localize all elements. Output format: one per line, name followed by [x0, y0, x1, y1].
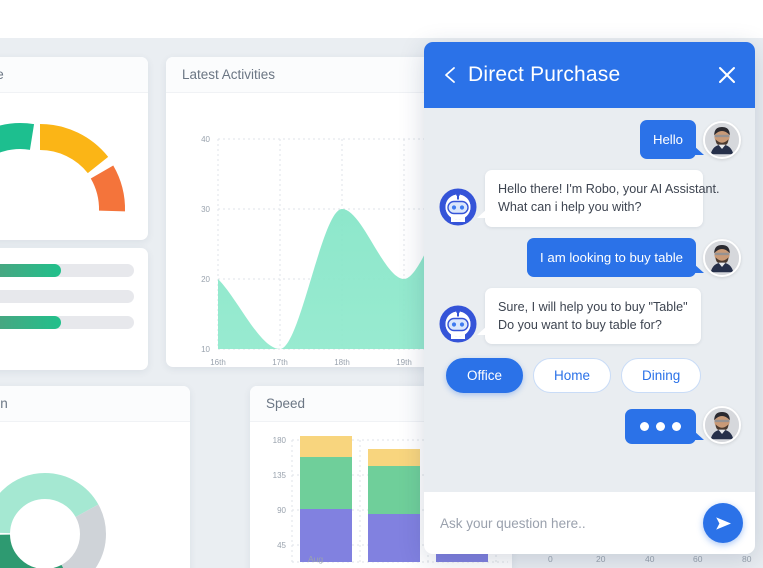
chat-input-field[interactable]: [440, 515, 693, 531]
card-progress-bars: [0, 248, 148, 370]
message-text-line1: Sure, I will help you to buy "Table": [498, 299, 688, 314]
progress-bar-row: [0, 316, 134, 329]
svg-text:10: 10: [201, 345, 210, 354]
chat-message-user: Hello: [438, 120, 741, 160]
send-button[interactable]: [703, 503, 743, 543]
card-title-daily-average: y Avarage: [0, 57, 148, 93]
axis-tick: 60: [693, 554, 703, 564]
svg-text:19th: 19th: [396, 358, 412, 365]
user-photo-icon: [705, 123, 739, 158]
avatar-user: [703, 406, 741, 445]
svg-text:135: 135: [273, 471, 287, 480]
message-text-line2: Do you want to buy table for?: [498, 318, 662, 333]
message-text-line1: Hello there! I'm Robo, your AI Assistant…: [498, 182, 720, 197]
dashboard-topbar: [0, 0, 763, 38]
user-photo-icon: [705, 240, 739, 275]
axis-tick: Aug: [308, 554, 324, 564]
svg-text:180: 180: [273, 436, 287, 445]
svg-text:16th: 16th: [210, 358, 226, 365]
typing-indicator: [625, 409, 704, 445]
donut-chart-svg: [0, 473, 106, 568]
robot-icon: [439, 305, 477, 343]
robot-icon: [439, 188, 477, 226]
quick-reply-options: Office Home Dining: [438, 355, 741, 395]
quick-reply-home[interactable]: Home: [533, 358, 612, 394]
quick-reply-dining[interactable]: Dining: [621, 358, 702, 394]
axis-tick: 40: [645, 554, 655, 564]
svg-text:45: 45: [277, 541, 286, 550]
axis-tick: 80: [742, 554, 752, 564]
user-photo-icon: [705, 408, 739, 443]
svg-text:90: 90: [277, 506, 286, 515]
chat-widget: Direct Purchase Hello Hello there! I'm R…: [424, 42, 755, 554]
svg-text:30: 30: [201, 205, 210, 214]
send-icon: [715, 516, 731, 530]
progress-bar-fill: [0, 316, 62, 329]
svg-text:18th: 18th: [334, 358, 350, 365]
message-bubble: Sure, I will help you to buy "Table" Do …: [477, 287, 701, 345]
chat-input-bar: [424, 492, 755, 554]
chevron-left-icon[interactable]: [440, 64, 462, 86]
message-bubble: I am looking to buy table: [527, 237, 704, 277]
card-navigation: Navigation: [0, 386, 190, 568]
progress-bar-fill: [0, 264, 62, 277]
progress-bar-row: [0, 264, 134, 277]
svg-text:20: 20: [201, 275, 210, 284]
axis-tick: 0: [548, 554, 553, 564]
chat-typing-row: [438, 406, 741, 445]
chat-message-user: I am looking to buy table: [438, 237, 741, 277]
close-icon[interactable]: [715, 63, 739, 87]
chat-message-list: Hello Hello there! I'm Robo, your AI Ass…: [424, 108, 755, 492]
chat-message-bot: Hello there! I'm Robo, your AI Assistant…: [438, 170, 741, 227]
svg-text:40: 40: [201, 135, 210, 144]
chat-title: Direct Purchase: [468, 63, 621, 86]
quick-reply-office[interactable]: Office: [446, 358, 524, 394]
typing-dot: [672, 422, 681, 432]
svg-text:17th: 17th: [272, 358, 288, 365]
progress-bar-list: [0, 248, 148, 345]
chat-header: Direct Purchase: [424, 42, 755, 108]
avatar-user: [703, 121, 741, 160]
message-text: Hello: [652, 132, 683, 147]
typing-dot: [640, 422, 649, 432]
chat-message-bot: Sure, I will help you to buy "Table" Do …: [438, 287, 741, 345]
avatar-user: [703, 238, 741, 277]
message-text: I am looking to buy table: [540, 249, 683, 265]
gauge-svg: [0, 123, 125, 212]
progress-bar-row: [0, 290, 134, 303]
card-title-navigation: Navigation: [0, 386, 190, 422]
app-screen: y Avarage Latest Activities: [0, 0, 763, 568]
card-daily-average: y Avarage: [0, 57, 148, 240]
gauge-chart: [0, 93, 148, 233]
typing-dot: [656, 422, 665, 432]
axis-tick: 20: [596, 554, 606, 564]
donut-chart: [0, 422, 190, 568]
message-text-line2: What can i help you with?: [498, 200, 642, 215]
message-bubble: Hello there! I'm Robo, your AI Assistant…: [477, 170, 720, 227]
message-bubble: Hello: [639, 120, 705, 160]
avatar-bot: [438, 187, 478, 227]
avatar-bot: [438, 304, 478, 344]
